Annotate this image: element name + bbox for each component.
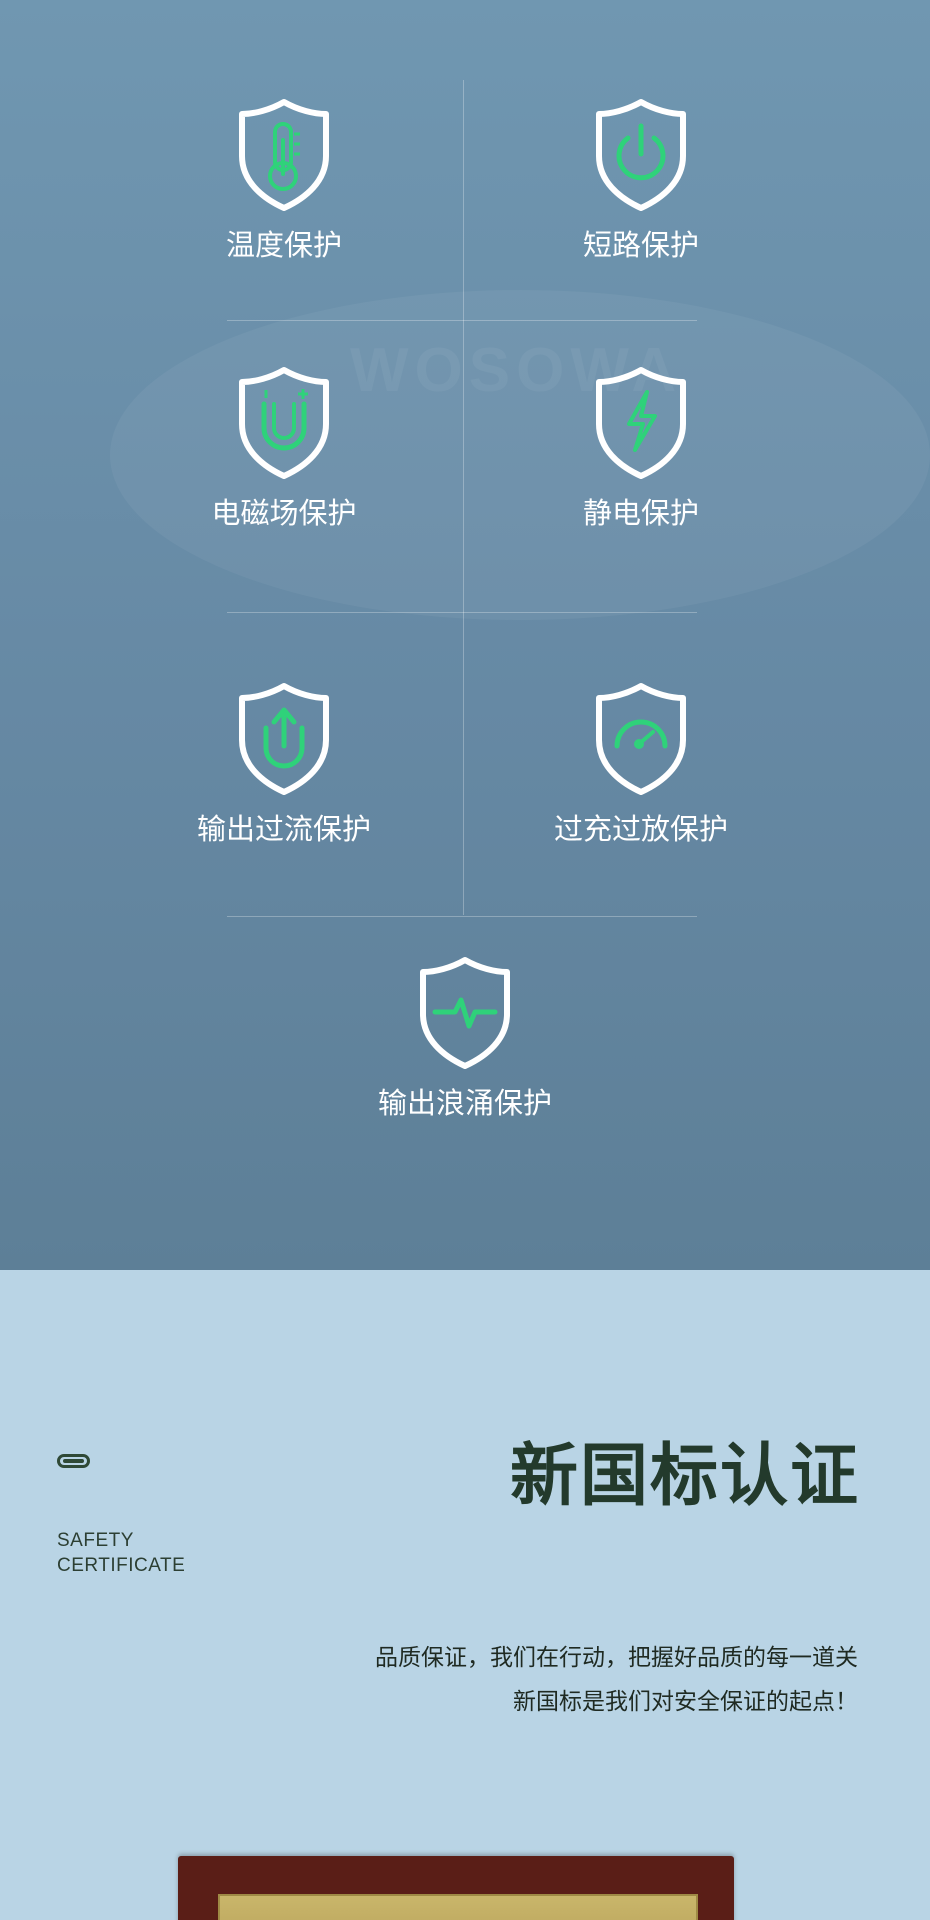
feature-output-surge-protection: 输出浪涌保护 bbox=[315, 954, 615, 1121]
upload-arrow-icon bbox=[239, 683, 329, 795]
feature-overcharge-protection: 过充过放保护 bbox=[491, 680, 791, 847]
magnet-icon bbox=[239, 367, 329, 479]
feature-label: 输出浪涌保护 bbox=[377, 1086, 552, 1120]
certificate-plate bbox=[218, 1894, 698, 1920]
feature-label: 温度保护 bbox=[225, 228, 342, 262]
description-line: 品质保证，我们在行动，把握好品质的每一道关 bbox=[375, 1645, 858, 1671]
gauge-icon bbox=[596, 683, 686, 795]
feature-temperature-protection: 温度保护 bbox=[134, 96, 434, 263]
thermometer-icon bbox=[239, 99, 329, 211]
subtitle-line: CERTIFICATE bbox=[57, 1555, 186, 1576]
lightning-icon bbox=[596, 367, 686, 479]
power-icon bbox=[596, 99, 686, 211]
vertical-divider bbox=[463, 80, 464, 915]
section-description: 品质保证，我们在行动，把握好品质的每一道关 新国标是我们对安全保证的起点！ bbox=[375, 1636, 858, 1724]
feature-label: 过充过放保护 bbox=[553, 812, 728, 846]
description-line: 新国标是我们对安全保证的起点！ bbox=[513, 1689, 858, 1715]
feature-short-circuit-protection: 短路保护 bbox=[491, 96, 791, 263]
feature-electrostatic-protection: 静电保护 bbox=[491, 364, 791, 531]
pulse-icon bbox=[420, 957, 510, 1069]
feature-output-overcurrent-protection: 输出过流保护 bbox=[134, 680, 434, 847]
horizontal-divider bbox=[227, 916, 697, 917]
feature-label: 电磁场保护 bbox=[211, 496, 357, 530]
section-title: 新国标认证 bbox=[509, 1437, 860, 1516]
feature-label: 短路保护 bbox=[582, 228, 699, 262]
feature-emf-protection: 电磁场保护 bbox=[134, 364, 434, 531]
protection-features-section: WOSOWA 温度保护 短路保护 电磁场保护 静电保护 输出过流保护 过充过放保… bbox=[0, 0, 930, 1270]
section-subtitle: SAFETY CERTIFICATE bbox=[57, 1528, 185, 1578]
feature-label: 静电保护 bbox=[582, 496, 699, 530]
feature-label: 输出过流保护 bbox=[196, 812, 371, 846]
subtitle-line: SAFETY bbox=[57, 1530, 134, 1551]
horizontal-divider bbox=[227, 612, 697, 613]
pill-decoration-icon bbox=[57, 1454, 90, 1468]
certificate-frame-image bbox=[178, 1856, 734, 1920]
horizontal-divider bbox=[227, 320, 697, 321]
certificate-section: 新国标认证 SAFETY CERTIFICATE 品质保证，我们在行动，把握好品… bbox=[0, 1270, 930, 1920]
